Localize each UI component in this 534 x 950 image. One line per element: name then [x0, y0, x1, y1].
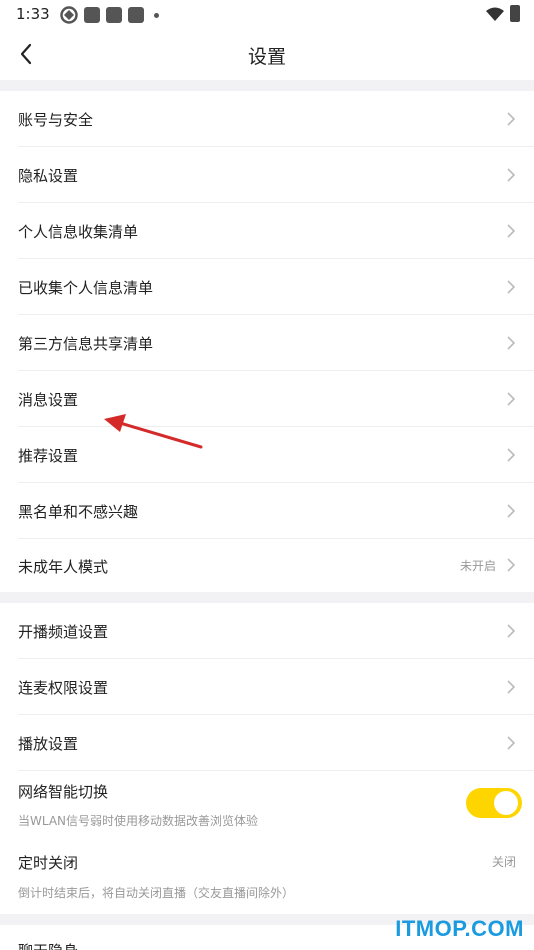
section-separator: [0, 592, 534, 603]
row-label: 播放设置: [18, 735, 79, 753]
row-status-value: 未开启: [459, 559, 496, 573]
row-label: 隐私设置: [18, 167, 79, 185]
row-label: 开播频道设置: [18, 623, 109, 641]
settings-row-personal-info-collection[interactable]: 个人信息收集清单: [0, 203, 534, 259]
battery-icon: [510, 5, 520, 22]
chevron-right-icon: [507, 392, 516, 406]
settings-row-message[interactable]: 消息设置: [0, 371, 534, 427]
chevron-right-icon: [507, 448, 516, 462]
chevron-right-icon: [507, 168, 516, 182]
row-label: 网络智能切换: [18, 783, 109, 801]
row-label: 个人信息收集清单: [18, 223, 139, 241]
chevron-right-icon: [507, 680, 516, 694]
notification-square-icon: [106, 7, 122, 23]
row-label: 推荐设置: [18, 447, 79, 465]
settings-row-minor-mode[interactable]: 未成年人模式 未开启: [0, 539, 534, 592]
wifi-icon: [486, 7, 504, 21]
title-bar: 设置: [0, 28, 534, 80]
settings-row-timer-off[interactable]: 定时关闭 关闭 倒计时结束后，将自动关闭直播（交友直播间除外）: [0, 841, 534, 914]
row-description: 当WLAN信号弱时使用移动数据改善浏览体验: [18, 814, 259, 828]
settings-row-broadcast-channel[interactable]: 开播频道设置: [0, 603, 534, 659]
row-label: 账号与安全: [18, 111, 94, 129]
chevron-right-icon: [507, 112, 516, 126]
toggle-knob: [494, 791, 518, 815]
settings-row-co-host-permission[interactable]: 连麦权限设置: [0, 659, 534, 715]
settings-row-recommendation[interactable]: 推荐设置: [0, 427, 534, 483]
page-title: 设置: [247, 46, 286, 68]
section-separator: [0, 80, 534, 91]
settings-row-playback[interactable]: 播放设置: [0, 715, 534, 771]
settings-row-blacklist[interactable]: 黑名单和不感兴趣: [0, 483, 534, 539]
watermark: ITMOP.COM: [395, 916, 524, 941]
chevron-right-icon: [507, 224, 516, 238]
settings-row-network-switch: 网络智能切换 当WLAN信号弱时使用移动数据改善浏览体验: [0, 771, 534, 841]
row-label: 定时关闭: [18, 854, 79, 872]
row-label: 聊天隐身: [18, 940, 78, 950]
row-description: 倒计时结束后，将自动关闭直播（交友直播间除外）: [18, 886, 295, 900]
status-bar: 1:33: [0, 0, 534, 28]
system-icons: [486, 5, 520, 22]
network-switch-toggle[interactable]: [466, 788, 522, 818]
chevron-right-icon: [507, 280, 516, 294]
settings-row-privacy[interactable]: 隐私设置: [0, 147, 534, 203]
row-label: 黑名单和不感兴趣: [18, 503, 139, 521]
chevron-right-icon: [507, 558, 516, 572]
settings-row-third-party-sharing[interactable]: 第三方信息共享清单: [0, 315, 534, 371]
app-notification-icon: [60, 6, 78, 24]
settings-row-account-security[interactable]: 账号与安全: [0, 91, 534, 147]
chevron-right-icon: [507, 336, 516, 350]
more-notifications-dot-icon: [154, 12, 159, 18]
notification-square-icon: [128, 7, 144, 23]
notification-square-icon: [84, 7, 100, 23]
settings-row-collected-info[interactable]: 已收集个人信息清单: [0, 259, 534, 315]
status-time: 1:33: [16, 5, 50, 23]
chevron-right-icon: [507, 624, 516, 638]
chevron-right-icon: [507, 504, 516, 518]
chevron-right-icon: [507, 736, 516, 750]
notification-icons: [60, 6, 159, 24]
row-label: 连麦权限设置: [18, 679, 109, 697]
row-label: 消息设置: [18, 391, 79, 409]
row-label: 第三方信息共享清单: [18, 335, 154, 353]
row-label: 已收集个人信息清单: [18, 279, 154, 297]
row-label: 未成年人模式: [18, 558, 109, 576]
row-status-value: 关闭: [491, 855, 516, 869]
